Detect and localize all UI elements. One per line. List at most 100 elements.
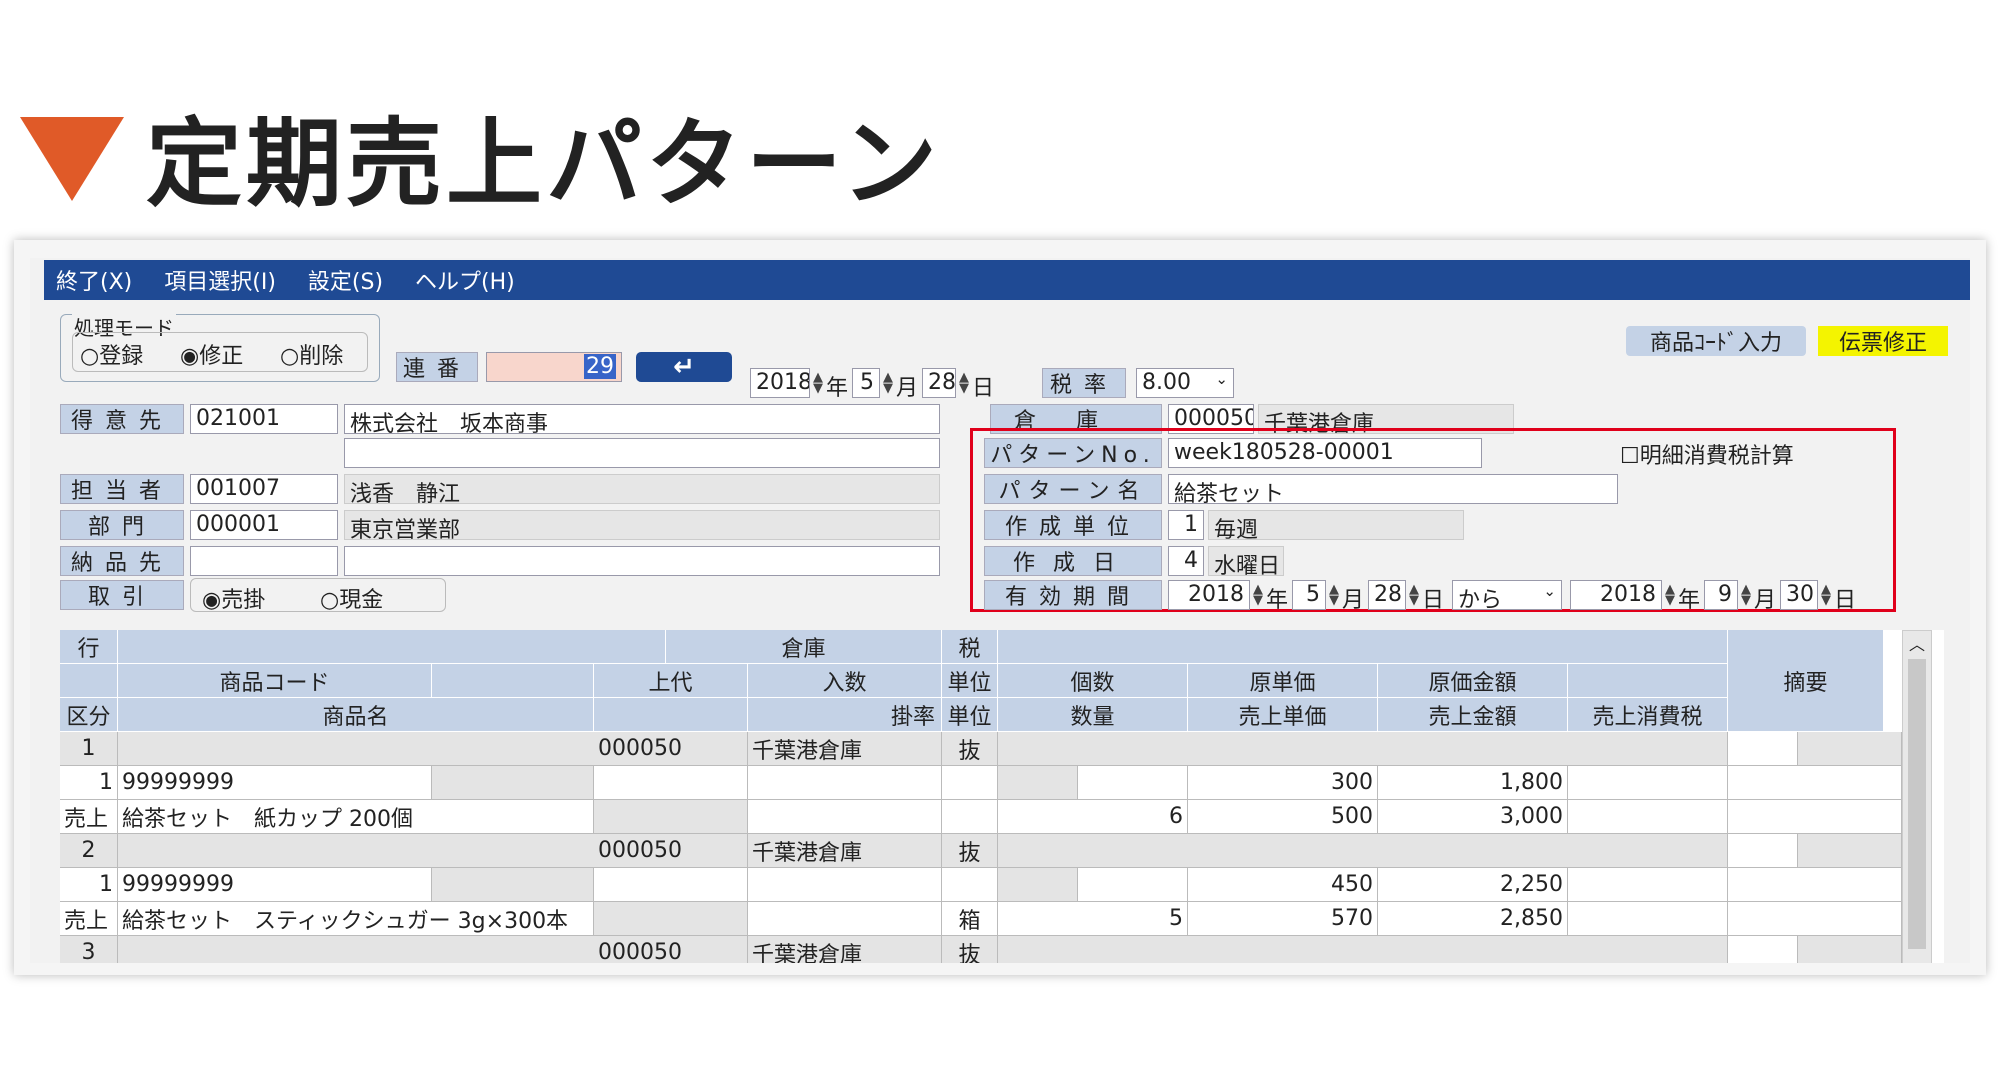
scrollbar-thumb[interactable] xyxy=(1908,659,1926,949)
transaction-credit-radio[interactable]: ◉売掛 xyxy=(202,582,265,614)
period-from-month-spinner[interactable]: ▲ ▼ xyxy=(1328,583,1340,607)
create-day-code-input[interactable]: 4 xyxy=(1168,546,1204,576)
row-uriage-tanka[interactable]: 500 xyxy=(1188,800,1378,834)
row-warehouse-code[interactable]: 000050 xyxy=(594,834,748,868)
unit-code-input[interactable]: 1 xyxy=(1168,510,1204,540)
dept-name: 東京営業部 xyxy=(344,510,940,540)
row-irisu[interactable] xyxy=(748,868,942,902)
row-genka-tanka[interactable]: 450 xyxy=(1188,868,1378,902)
period-to-year-input[interactable]: 2018 xyxy=(1570,580,1662,610)
period-kara-select[interactable]: から ⌄ xyxy=(1452,580,1562,610)
period-to-year-spinner[interactable]: ▲ ▼ xyxy=(1664,583,1676,607)
row-kosu[interactable] xyxy=(1078,766,1188,800)
mode-delete-radio[interactable]: ○削除 xyxy=(280,338,343,370)
row-uriage-tax-blank xyxy=(1568,766,1728,800)
pattern-no-input[interactable]: week180528-00001 xyxy=(1168,438,1482,468)
enter-button[interactable]: ↵ xyxy=(636,352,732,382)
row-kosu[interactable] xyxy=(1078,868,1188,902)
row-kakeritsu[interactable] xyxy=(748,800,942,834)
row-tekiyo-input[interactable] xyxy=(1728,936,1798,963)
date-month-input[interactable]: 5 xyxy=(852,368,880,398)
date-day-spinner[interactable]: ▲ ▼ xyxy=(958,371,970,395)
row-tekiyo-cont[interactable] xyxy=(1728,766,1902,800)
row-tekiyo-cont2[interactable] xyxy=(1728,800,1902,834)
mode-edit-radio[interactable]: ◉修正 xyxy=(180,338,243,370)
row-tekiyo-input[interactable] xyxy=(1728,834,1798,868)
grid-header-warehouse: 倉庫 xyxy=(666,630,942,664)
period-to-month-spinner[interactable]: ▲ ▼ xyxy=(1740,583,1752,607)
row-unit2[interactable]: 箱 xyxy=(942,902,998,936)
date-year-spinner[interactable]: ▲ ▼ xyxy=(812,371,824,395)
scroll-up-icon[interactable]: ︿ xyxy=(1903,631,1931,659)
date-year-input[interactable]: 2018 xyxy=(750,368,810,398)
period-from-year-spinner[interactable]: ▲ ▼ xyxy=(1252,583,1264,607)
row-warehouse-code[interactable]: 000050 xyxy=(594,936,748,963)
row-uriage-tanka[interactable]: 570 xyxy=(1188,902,1378,936)
grid-header-irisu: 入数 xyxy=(748,664,942,698)
mode-register-radio[interactable]: ○登録 xyxy=(80,338,143,370)
staff-label: 担当者 xyxy=(60,474,184,504)
customer-code-input[interactable]: 021001 xyxy=(190,404,338,434)
transaction-label: 取引 xyxy=(60,580,184,610)
period-from-year-input[interactable]: 2018 xyxy=(1168,580,1250,610)
row-qty[interactable]: 5 xyxy=(998,902,1188,936)
row-irisu[interactable] xyxy=(748,766,942,800)
tax-rate-select[interactable]: 8.00 ⌄ xyxy=(1136,368,1234,398)
period-from-day-input[interactable]: 28 xyxy=(1368,580,1406,610)
row-kakeritsu[interactable] xyxy=(748,902,942,936)
row-warehouse-name: 千葉港倉庫 xyxy=(748,834,942,868)
row-jodai[interactable] xyxy=(594,766,748,800)
period-to-day-spinner[interactable]: ▲ ▼ xyxy=(1820,583,1832,607)
pattern-no-label: パターンNo. xyxy=(984,438,1162,468)
serial-label: 連番 xyxy=(396,352,478,382)
row-qty[interactable]: 6 xyxy=(998,800,1188,834)
period-to-day-input[interactable]: 30 xyxy=(1780,580,1818,610)
staff-name: 浅香 静江 xyxy=(344,474,940,504)
row-tekiyo-cont2[interactable] xyxy=(1728,902,1902,936)
row-jodai[interactable] xyxy=(594,868,748,902)
row-kubun[interactable]: 売上 xyxy=(60,902,118,936)
delivery-code-input[interactable] xyxy=(190,546,338,576)
serial-input[interactable]: 29 xyxy=(486,352,622,382)
row-tax[interactable]: 抜 xyxy=(942,936,998,963)
customer-name2-input[interactable] xyxy=(344,438,940,468)
row-kubun[interactable]: 売上 xyxy=(60,800,118,834)
menu-settings[interactable]: 設定(S) xyxy=(308,264,383,296)
pattern-name-input[interactable]: 給茶セット xyxy=(1168,474,1618,504)
row-genka-tanka[interactable]: 300 xyxy=(1188,766,1378,800)
row-product-name[interactable]: 給茶セット スティックシュガー 3g×300本 xyxy=(118,902,594,936)
row-warehouse-name: 千葉港倉庫 xyxy=(748,936,942,963)
row-product-code[interactable]: 99999999 xyxy=(118,766,432,800)
dept-code-input[interactable]: 000001 xyxy=(190,510,338,540)
transaction-cash-radio[interactable]: ○現金 xyxy=(320,582,383,614)
row-warehouse-code[interactable]: 000050 xyxy=(594,732,748,766)
menu-exit[interactable]: 終了(X) xyxy=(56,264,132,296)
row-tax[interactable]: 抜 xyxy=(942,732,998,766)
month-label: 月 xyxy=(896,376,919,401)
grid-header-uriage-kingaku: 売上金額 xyxy=(1378,698,1568,732)
row-unit1[interactable] xyxy=(942,868,998,902)
customer-name-input[interactable]: 株式会社 坂本商事 xyxy=(344,404,940,434)
product-code-input-button[interactable]: 商品ｺｰﾄﾞ入力 xyxy=(1626,326,1806,356)
row-unit2[interactable] xyxy=(942,800,998,834)
grid-header-tekiyo: 摘要 xyxy=(1728,630,1884,732)
period-from-month-input[interactable]: 5 xyxy=(1292,580,1326,610)
staff-code-input[interactable]: 001007 xyxy=(190,474,338,504)
menu-help[interactable]: ヘルプ(H) xyxy=(415,264,515,296)
menu-item-select[interactable]: 項目選択(I) xyxy=(164,264,276,296)
date-day-input[interactable]: 28 xyxy=(922,368,956,398)
row-tekiyo-input[interactable] xyxy=(1728,732,1798,766)
chevron-down-icon: ⌄ xyxy=(1543,582,1556,600)
row-tekiyo-cont[interactable] xyxy=(1728,868,1902,902)
grid-header-blank2 xyxy=(432,664,594,698)
detail-tax-checkbox[interactable]: ☐明細消費税計算 xyxy=(1620,438,1794,470)
period-from-day-spinner[interactable]: ▲ ▼ xyxy=(1408,583,1420,607)
grid-scrollbar[interactable]: ︿ xyxy=(1902,630,1932,963)
period-to-month-input[interactable]: 9 xyxy=(1704,580,1738,610)
row-product-name[interactable]: 給茶セット 紙カップ 200個 xyxy=(118,800,594,834)
row-unit1[interactable] xyxy=(942,766,998,800)
row-tax[interactable]: 抜 xyxy=(942,834,998,868)
date-month-spinner[interactable]: ▲ ▼ xyxy=(882,371,894,395)
row-product-code[interactable]: 99999999 xyxy=(118,868,432,902)
delivery-name-input[interactable] xyxy=(344,546,940,576)
